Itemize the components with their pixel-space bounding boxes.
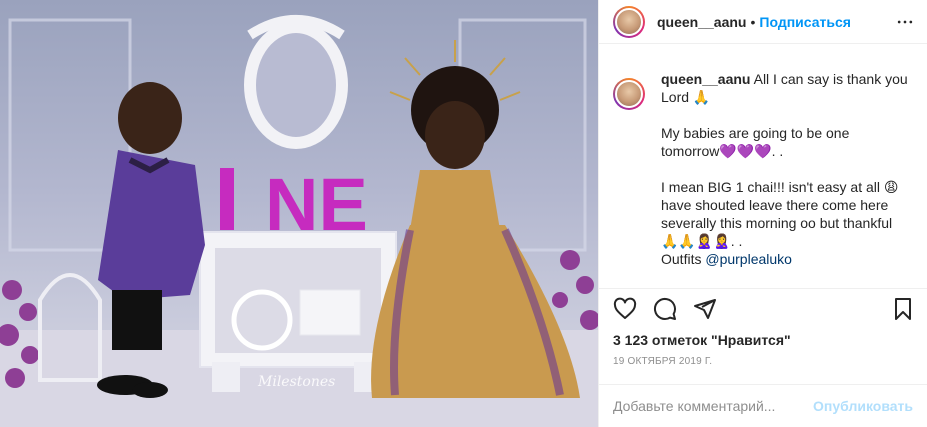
- comment-input[interactable]: [613, 398, 814, 414]
- comment-icon[interactable]: [653, 297, 677, 321]
- caption-line-2: My babies are going to be one tomorrow💜💜…: [661, 125, 850, 159]
- header-separator: •: [750, 13, 756, 30]
- girl-figure: [371, 40, 580, 398]
- photo-illustration: NE: [0, 15, 598, 427]
- post-header: queen__aanu • Подписаться: [599, 0, 927, 44]
- share-icon[interactable]: [693, 297, 717, 321]
- heart-icon[interactable]: [613, 297, 637, 321]
- caption-outfits-label: Outfits: [661, 251, 706, 267]
- caption-line-3: I mean BIG 1 chai!!! isn't easy at all 😩…: [661, 178, 911, 268]
- more-horizontal-icon[interactable]: [895, 12, 915, 32]
- post-date[interactable]: 19 ОКТЯБРЯ 2019 Г.: [613, 356, 712, 367]
- comments-area: queen__aanu All I can say is thank you L…: [599, 60, 927, 288]
- publish-button[interactable]: Опубликовать: [813, 398, 913, 414]
- header-avatar[interactable]: [613, 5, 645, 38]
- bookmark-icon[interactable]: [891, 297, 915, 321]
- follow-button[interactable]: Подписаться: [759, 14, 851, 30]
- action-bar: [599, 288, 927, 328]
- post-photo[interactable]: NE Milestones: [0, 0, 598, 427]
- header-username[interactable]: queen__aanu: [657, 14, 746, 30]
- sign-text: NE: [265, 163, 368, 246]
- caption-text-3: I mean BIG 1 chai!!! isn't easy at all 😩…: [661, 179, 899, 249]
- caption-text: queen__aanu All I can say is thank you L…: [661, 70, 911, 268]
- mention-link[interactable]: @purplealuko: [705, 251, 792, 267]
- post-details-panel: queen__aanu • Подписаться queen__aanu Al…: [598, 0, 927, 427]
- add-comment-bar: Опубликовать: [599, 384, 927, 427]
- caption-username[interactable]: queen__aanu: [661, 71, 750, 87]
- watermark-text: Milestones: [258, 374, 336, 390]
- caption-row: queen__aanu All I can say is thank you L…: [613, 70, 913, 268]
- likes-count[interactable]: 3 123 отметок "Нравится": [613, 332, 791, 348]
- caption-line-1: queen__aanu All I can say is thank you L…: [661, 70, 911, 106]
- caption-avatar[interactable]: [613, 78, 645, 110]
